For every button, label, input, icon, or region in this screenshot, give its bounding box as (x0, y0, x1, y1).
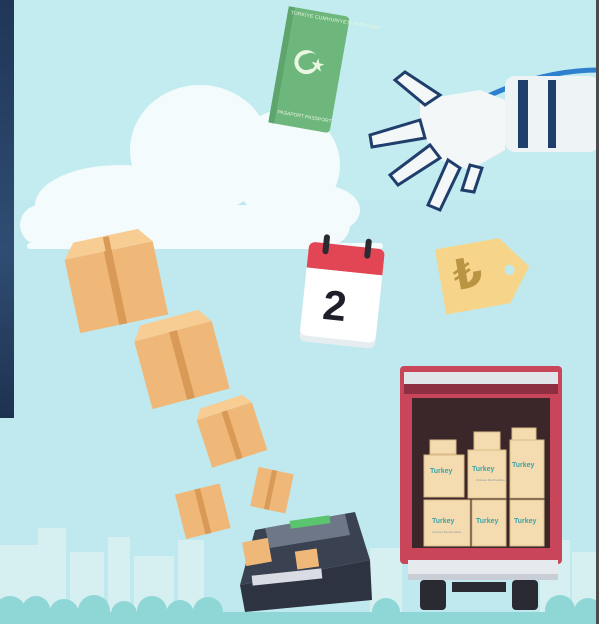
calendar-day-number: 2 (320, 280, 349, 331)
box-brand-label: Turkey (514, 518, 537, 525)
box-subtext: Ordered Merchandise (476, 478, 506, 482)
box-subtext: Ordered Merchandise (432, 530, 462, 534)
illustration-scene (0, 0, 599, 624)
box-brand-label: Turkey (430, 468, 453, 475)
delivery-truck (400, 366, 562, 610)
left-panel (0, 0, 14, 418)
box-brand-label: Turkey (432, 518, 455, 525)
box-1 (64, 228, 169, 334)
box-brand-label: Turkey (472, 466, 495, 473)
box-brand-label: Turkey (476, 518, 499, 525)
box-brand-label: Turkey (512, 462, 535, 469)
